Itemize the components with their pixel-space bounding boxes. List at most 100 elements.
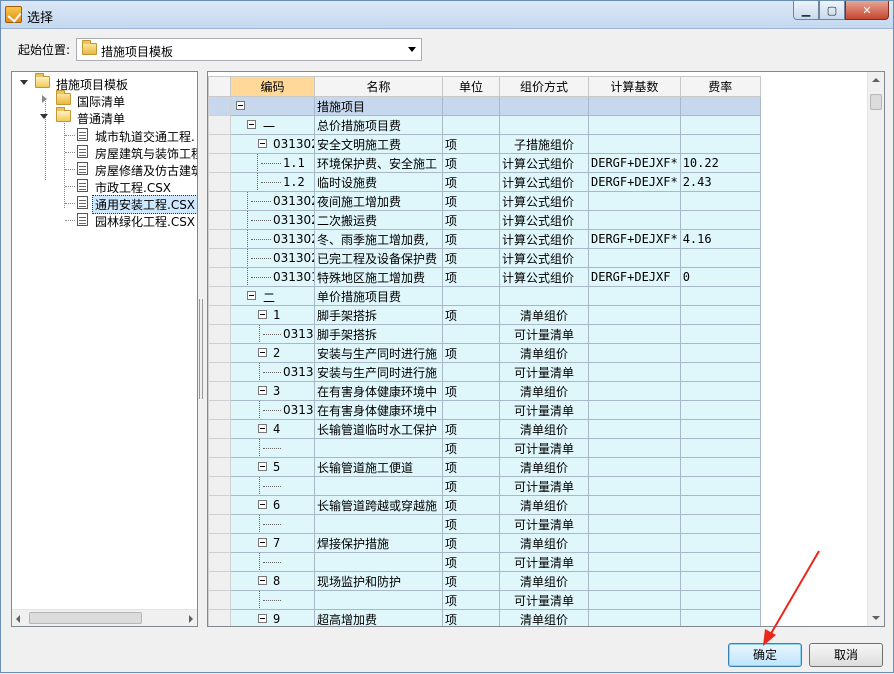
template-tree[interactable]: 措施项目模板 国际清单 普通清单 城市轨道交通工程. 房屋建筑与装饰工程 房屋修… bbox=[11, 71, 198, 627]
table-row[interactable]: 项可计量清单 bbox=[208, 438, 761, 458]
cell-base[interactable]: DERGF+DEJXF* bbox=[588, 172, 681, 192]
table-row[interactable]: 项可计量清单 bbox=[208, 552, 761, 572]
row-header[interactable] bbox=[208, 514, 231, 534]
maximize-button[interactable]: ▢ bbox=[819, 1, 845, 20]
cell-method[interactable]: 清单组价 bbox=[499, 495, 589, 515]
cell-unit[interactable]: 项 bbox=[442, 457, 500, 477]
cell-base[interactable] bbox=[588, 343, 681, 363]
cell-name[interactable]: 现场监护和防护 bbox=[314, 571, 443, 591]
cell-name[interactable] bbox=[314, 552, 443, 572]
cell-method[interactable]: 计算公式组价 bbox=[499, 229, 589, 249]
cell-method[interactable]: 清单组价 bbox=[499, 381, 589, 401]
expand-arrow-icon[interactable] bbox=[40, 114, 48, 119]
table-row[interactable]: 项可计量清单 bbox=[208, 514, 761, 534]
cell-rate[interactable] bbox=[679, 457, 761, 477]
scroll-thumb[interactable] bbox=[870, 94, 882, 110]
cell-name[interactable]: 长输管道施工便道 bbox=[314, 457, 443, 477]
row-header[interactable] bbox=[208, 153, 231, 173]
cell-unit[interactable]: 项 bbox=[442, 191, 500, 211]
row-header[interactable] bbox=[208, 115, 231, 135]
cell-method[interactable]: 子措施组价 bbox=[499, 134, 589, 154]
measure-items-grid[interactable]: 编码 名称 单位 组价方式 计算基数 费率 措施项目一总价措施项目费 031302… bbox=[207, 71, 885, 627]
cell-rate[interactable]: 10.22 bbox=[679, 153, 761, 173]
cell-method[interactable]: 计算公式组价 bbox=[499, 172, 589, 192]
row-header[interactable] bbox=[208, 552, 231, 572]
cell-unit[interactable]: 项 bbox=[442, 248, 500, 268]
collapse-icon[interactable] bbox=[247, 291, 256, 300]
ok-button[interactable]: 确定 bbox=[728, 643, 802, 667]
cell-rate[interactable] bbox=[679, 343, 761, 363]
cell-code[interactable]: 3 bbox=[230, 381, 315, 401]
row-header[interactable] bbox=[208, 229, 231, 249]
cell-method[interactable]: 清单组价 bbox=[499, 457, 589, 477]
table-row[interactable]: 1.1 环境保护费、安全施工项计算公式组价 DERGF+DEJXF* 10.22 bbox=[208, 153, 761, 173]
cell-base[interactable] bbox=[588, 134, 681, 154]
cell-base[interactable]: DERGF+DEJXF* bbox=[588, 153, 681, 173]
cell-method[interactable]: 可计量清单 bbox=[499, 552, 589, 572]
cell-code[interactable]: 031302 bbox=[230, 134, 315, 154]
collapse-icon[interactable] bbox=[258, 576, 267, 585]
cell-base[interactable] bbox=[588, 210, 681, 230]
cell-unit[interactable]: 项 bbox=[442, 343, 500, 363]
cell-unit[interactable]: 项 bbox=[442, 305, 500, 325]
table-row[interactable]: 4 长输管道临时水工保护项清单组价 bbox=[208, 419, 761, 439]
chevron-down-icon[interactable] bbox=[408, 47, 416, 52]
cell-rate[interactable] bbox=[679, 514, 761, 534]
cell-rate[interactable] bbox=[679, 134, 761, 154]
cell-base[interactable] bbox=[588, 324, 681, 344]
cell-rate[interactable] bbox=[679, 609, 761, 626]
col-header-name[interactable]: 名称 bbox=[314, 76, 443, 97]
table-row[interactable]: 03130安装与生产同时进行施 可计量清单 bbox=[208, 362, 761, 382]
cell-code[interactable]: 1.1 bbox=[230, 153, 315, 173]
row-header[interactable] bbox=[208, 419, 231, 439]
col-header-unit[interactable]: 单位 bbox=[442, 76, 500, 97]
table-row[interactable]: 1.2 临时设施费项计算公式组价 DERGF+DEJXF* 2.43 bbox=[208, 172, 761, 192]
table-row[interactable]: 1 脚手架搭拆项清单组价 bbox=[208, 305, 761, 325]
cell-method[interactable]: 清单组价 bbox=[499, 571, 589, 591]
cell-code[interactable]: 7 bbox=[230, 533, 315, 553]
cell-rate[interactable] bbox=[679, 115, 761, 135]
cell-unit[interactable]: 项 bbox=[442, 590, 500, 610]
table-row[interactable]: 031302 安全文明施工费项子措施组价 bbox=[208, 134, 761, 154]
row-header[interactable] bbox=[208, 533, 231, 553]
cell-base[interactable] bbox=[588, 495, 681, 515]
cell-name[interactable]: 长输管道临时水工保护 bbox=[314, 419, 443, 439]
collapse-arrow-icon[interactable] bbox=[42, 95, 47, 103]
collapse-icon[interactable] bbox=[258, 614, 267, 623]
cell-code[interactable]: 8 bbox=[230, 571, 315, 591]
row-header[interactable] bbox=[208, 381, 231, 401]
cell-unit[interactable]: 项 bbox=[442, 495, 500, 515]
panel-splitter[interactable] bbox=[199, 299, 203, 399]
cell-name[interactable]: 脚手架搭拆 bbox=[314, 324, 443, 344]
cell-unit[interactable]: 项 bbox=[442, 571, 500, 591]
table-row[interactable]: 5 长输管道施工便道项清单组价 bbox=[208, 457, 761, 477]
cell-base[interactable] bbox=[588, 476, 681, 496]
cell-unit[interactable] bbox=[442, 286, 500, 306]
row-header[interactable] bbox=[208, 362, 231, 382]
cell-name[interactable]: 在有害身体健康环境中 bbox=[314, 381, 443, 401]
cell-rate[interactable] bbox=[679, 533, 761, 553]
cell-method[interactable]: 可计量清单 bbox=[499, 362, 589, 382]
cell-name[interactable]: 已完工程及设备保护费 bbox=[314, 248, 443, 268]
cell-method[interactable]: 可计量清单 bbox=[499, 438, 589, 458]
collapse-icon[interactable] bbox=[236, 101, 245, 110]
cell-unit[interactable]: 项 bbox=[442, 419, 500, 439]
cell-code[interactable]: 031302 bbox=[230, 229, 315, 249]
collapse-icon[interactable] bbox=[258, 310, 267, 319]
cell-method[interactable] bbox=[499, 96, 589, 116]
cell-unit[interactable]: 项 bbox=[442, 533, 500, 553]
cell-base[interactable] bbox=[588, 286, 681, 306]
row-header[interactable] bbox=[208, 476, 231, 496]
cell-method[interactable]: 清单组价 bbox=[499, 419, 589, 439]
row-header[interactable] bbox=[208, 210, 231, 230]
cell-method[interactable]: 计算公式组价 bbox=[499, 210, 589, 230]
cell-rate[interactable] bbox=[679, 381, 761, 401]
cell-code[interactable]: 6 bbox=[230, 495, 315, 515]
cell-base[interactable] bbox=[588, 590, 681, 610]
cell-code[interactable] bbox=[230, 552, 315, 572]
cell-rate[interactable] bbox=[679, 96, 761, 116]
cell-base[interactable] bbox=[588, 400, 681, 420]
cell-base[interactable] bbox=[588, 533, 681, 553]
cell-code[interactable]: 03130 bbox=[230, 324, 315, 344]
cell-name[interactable] bbox=[314, 590, 443, 610]
